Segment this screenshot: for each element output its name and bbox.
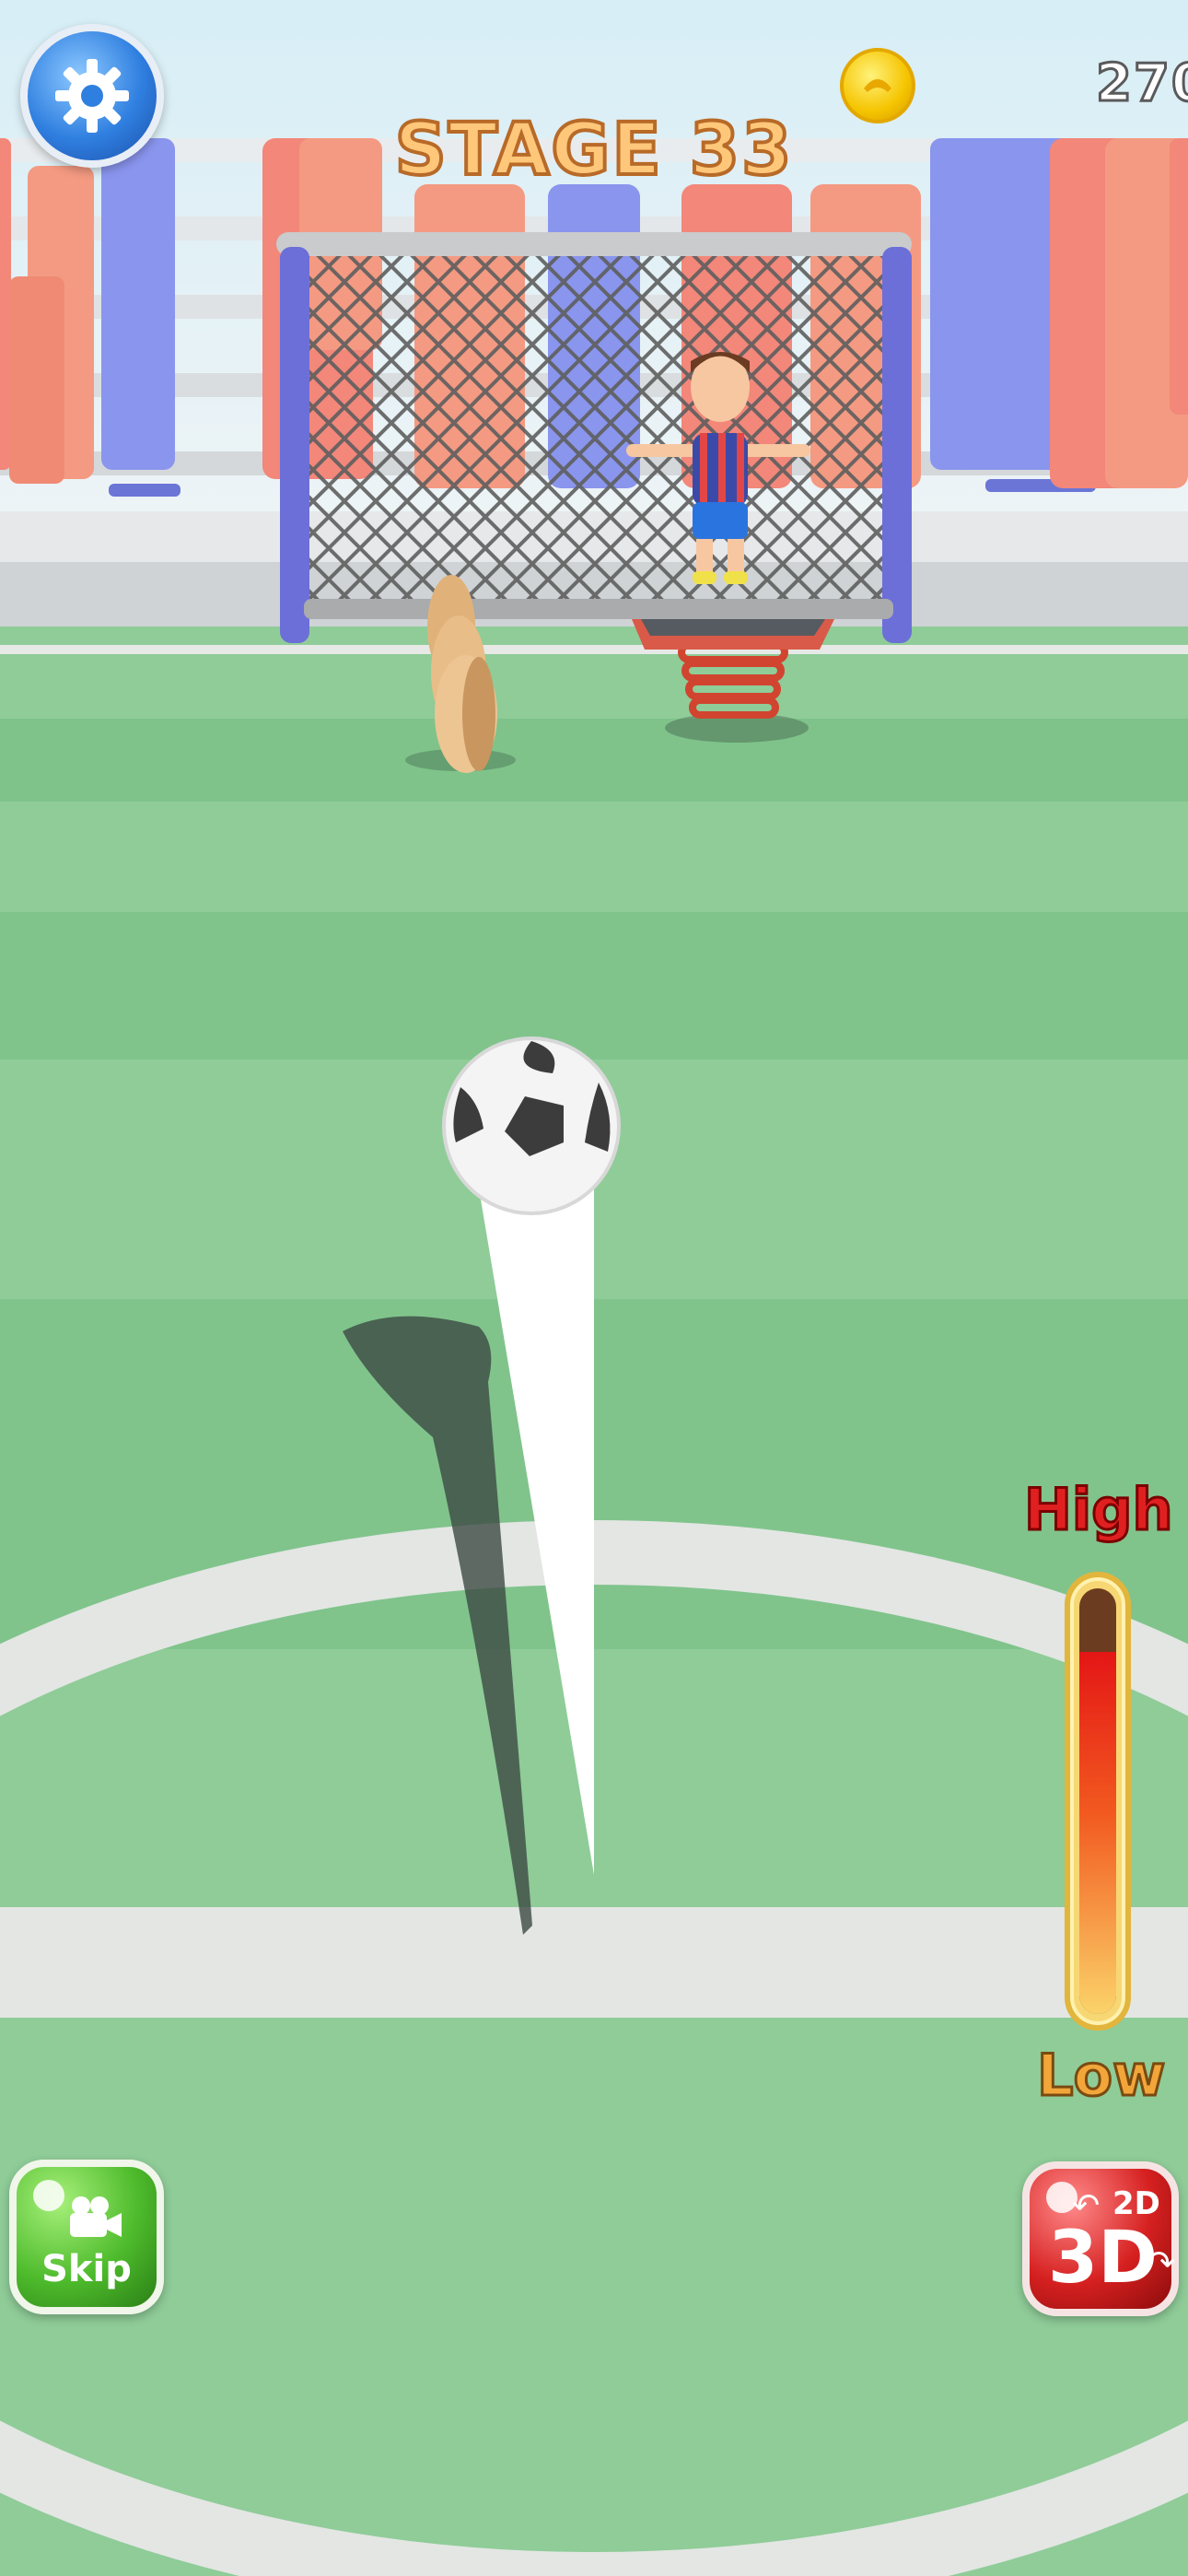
- goal-line: [0, 645, 1188, 654]
- game-screen: 270 STAGE 33 High Low Skip ↶ 2D 3D ↷: [0, 0, 1188, 2576]
- button-shine: [33, 2180, 64, 2211]
- rotate-view-icon-2: ↷: [1147, 2244, 1176, 2282]
- coin-count: 270: [1095, 53, 1188, 115]
- power-high-label: High: [1023, 1475, 1175, 1545]
- halfway-line: [0, 1907, 1188, 2018]
- skip-button[interactable]: Skip: [9, 2160, 164, 2314]
- power-fill: [1079, 1652, 1116, 2014]
- skip-label: Skip: [41, 2248, 132, 2290]
- soccer-ball: [442, 1036, 621, 1215]
- power-meter: [1065, 1572, 1131, 2031]
- power-track: [1079, 1588, 1116, 2014]
- view-toggle-button[interactable]: ↶ 2D 3D ↷: [1022, 2161, 1179, 2316]
- view-toggle-3d: 3D: [1048, 2217, 1159, 2300]
- power-low-label: Low: [1035, 2041, 1166, 2111]
- stage-title: STAGE 33: [393, 107, 794, 193]
- goal: [276, 232, 912, 643]
- video-camera-icon: [70, 2196, 122, 2237]
- game-scene: [0, 0, 1188, 2576]
